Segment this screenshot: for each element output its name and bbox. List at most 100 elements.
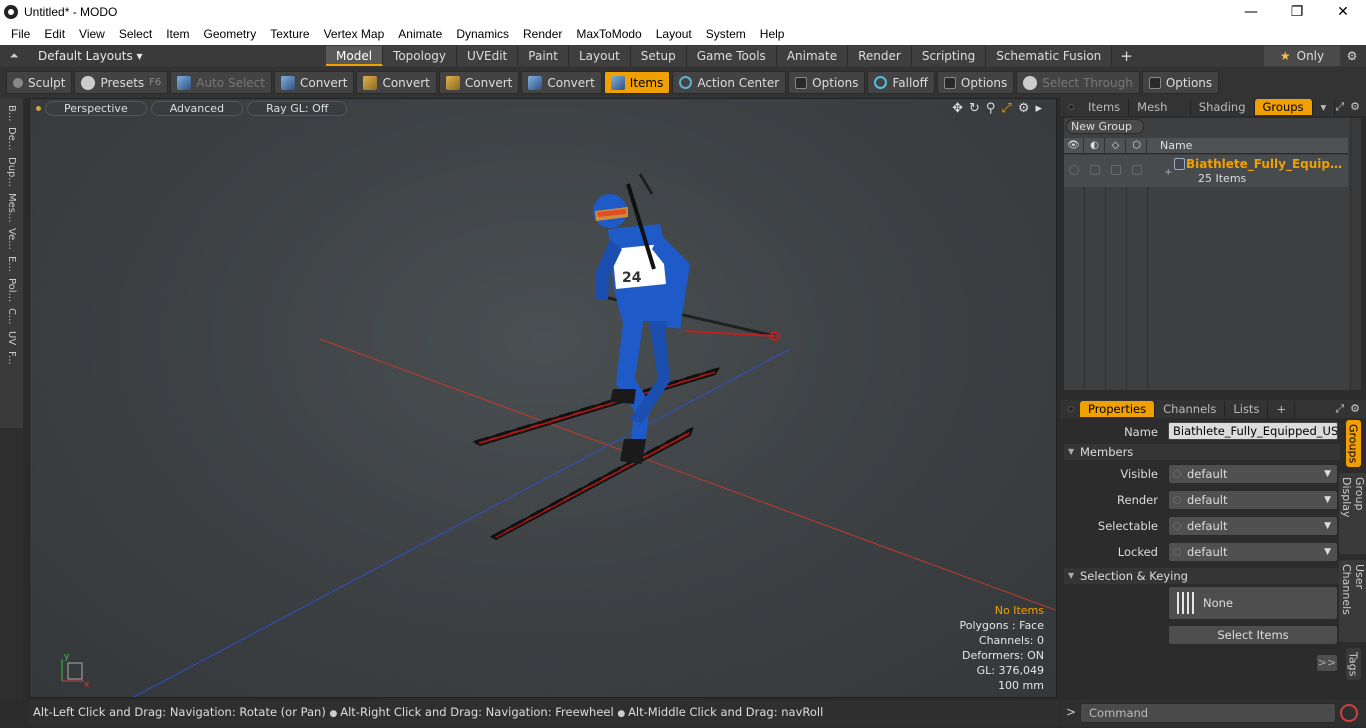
- maximize-icon[interactable]: ❐: [1274, 0, 1320, 23]
- menu-item[interactable]: Item: [159, 27, 196, 41]
- name-column-header[interactable]: Name: [1160, 138, 1192, 154]
- zoom-icon[interactable]: ⚲: [986, 101, 996, 116]
- expand-arrow-icon[interactable]: ▸: [1035, 101, 1042, 116]
- row-render-icon[interactable]: [1090, 165, 1100, 175]
- group-row[interactable]: + Biathlete_Fully_Equipped_USA_T 25 Item…: [1064, 155, 1348, 187]
- row-select-icon[interactable]: [1132, 165, 1142, 175]
- menu-system[interactable]: System: [699, 27, 753, 41]
- menu-vertex-map[interactable]: Vertex Map: [317, 27, 392, 41]
- scene-canvas[interactable]: 24: [30, 99, 1057, 698]
- menu-animate[interactable]: Animate: [391, 27, 449, 41]
- panel-menu-dot-icon[interactable]: [1068, 406, 1074, 412]
- tab-setup[interactable]: Setup: [630, 46, 687, 66]
- raygl-dropdown[interactable]: Ray GL: Off: [247, 100, 348, 116]
- pan-icon[interactable]: ✥: [952, 101, 963, 116]
- falloff-button[interactable]: Falloff: [867, 71, 935, 94]
- menu-texture[interactable]: Texture: [263, 27, 316, 41]
- none-button[interactable]: None: [1168, 586, 1338, 620]
- tab-groups[interactable]: Groups: [1254, 99, 1313, 115]
- menu-dynamics[interactable]: Dynamics: [449, 27, 516, 41]
- menu-file[interactable]: File: [4, 27, 37, 41]
- auto-select-button[interactable]: Auto Select: [170, 71, 272, 94]
- select-icon[interactable]: ⬡: [1127, 138, 1147, 154]
- perspective-dropdown[interactable]: Perspective: [45, 100, 147, 116]
- lefttab-mesh[interactable]: Mes...: [6, 193, 17, 223]
- row-visibility-icon[interactable]: [1069, 165, 1079, 175]
- tab-schematic-fusion[interactable]: Schematic Fusion: [986, 46, 1113, 66]
- minimize-icon[interactable]: —: [1228, 0, 1274, 23]
- locked-dropdown[interactable]: default ▼: [1168, 542, 1338, 562]
- side-tab-tags[interactable]: Tags: [1345, 647, 1361, 680]
- 3d-viewport[interactable]: 24 Perspective Advanced Ray GL: Off ✥ ↻ …: [29, 98, 1057, 698]
- lefttab-edge[interactable]: E...: [6, 256, 17, 272]
- gear-icon[interactable]: ⚙: [1342, 46, 1362, 66]
- menu-select[interactable]: Select: [112, 27, 159, 41]
- convert-button-2[interactable]: Convert: [356, 71, 437, 94]
- tab-game-tools[interactable]: Game Tools: [686, 46, 777, 66]
- lefttab-duplicate[interactable]: Dup...: [6, 157, 17, 187]
- close-icon[interactable]: ✕: [1320, 0, 1366, 23]
- group-name[interactable]: Biathlete_Fully_Equipped_USA_T: [1186, 157, 1346, 171]
- options-button-2[interactable]: Options: [936, 71, 1015, 94]
- selectable-dropdown[interactable]: default ▼: [1168, 516, 1338, 536]
- render-dropdown[interactable]: default ▼: [1168, 490, 1338, 510]
- render-icon[interactable]: ◐: [1085, 138, 1105, 154]
- side-tab-group-display[interactable]: Group Display: [1339, 473, 1366, 554]
- lefttab-basic[interactable]: B...: [6, 105, 17, 121]
- command-history-icon[interactable]: [1340, 704, 1358, 722]
- only-toggle[interactable]: ★ Only: [1264, 46, 1340, 66]
- collapse-icon[interactable]: ⏶: [0, 49, 28, 63]
- tab-uvedit[interactable]: UVEdit: [457, 46, 519, 66]
- tab-mesh[interactable]: Mesh ...: [1129, 99, 1191, 130]
- tab-render[interactable]: Render: [848, 46, 912, 66]
- panel-menu-dot-icon[interactable]: [1068, 104, 1074, 110]
- tab-topology[interactable]: Topology: [383, 46, 458, 66]
- command-input[interactable]: Command: [1080, 703, 1336, 723]
- options-button-1[interactable]: Options: [788, 71, 866, 94]
- tab-properties[interactable]: Properties: [1080, 401, 1156, 417]
- menu-render[interactable]: Render: [516, 27, 569, 41]
- tab-channels[interactable]: Channels: [1155, 401, 1226, 417]
- add-tab-icon[interactable]: +: [1112, 47, 1141, 65]
- selection-keying-section[interactable]: Selection & Keying: [1064, 568, 1340, 584]
- fit-icon[interactable]: ⤢: [1001, 101, 1011, 116]
- side-tab-groups[interactable]: Groups: [1345, 420, 1361, 468]
- name-field[interactable]: Biathlete_Fully_Equipped_USA_T: [1168, 422, 1338, 440]
- menu-view[interactable]: View: [72, 27, 112, 41]
- maximize-panel-icon[interactable]: ⤢: [1335, 402, 1344, 416]
- lefttab-curve[interactable]: C...: [6, 308, 17, 325]
- select-items-button[interactable]: Select Items: [1168, 625, 1338, 645]
- menu-layout[interactable]: Layout: [649, 27, 699, 41]
- panel-gear-icon[interactable]: ⚙: [1350, 100, 1360, 114]
- items-button[interactable]: Items: [603, 71, 671, 94]
- expand-icon[interactable]: +: [1164, 167, 1172, 178]
- advanced-dropdown[interactable]: Advanced: [150, 100, 244, 116]
- tab-items[interactable]: Items: [1080, 99, 1130, 115]
- visibility-eye-icon[interactable]: 👁: [1064, 138, 1084, 154]
- groups-scrollbar[interactable]: [1351, 118, 1361, 390]
- add-tab-icon[interactable]: +: [1268, 401, 1296, 417]
- tab-shading[interactable]: Shading: [1191, 99, 1255, 115]
- lock-icon[interactable]: ◇: [1106, 138, 1126, 154]
- more-button[interactable]: >>: [1316, 654, 1338, 672]
- sculpt-button[interactable]: Sculpt: [6, 71, 73, 94]
- convert-button-4[interactable]: Convert: [521, 71, 602, 94]
- tab-layout[interactable]: Layout: [568, 46, 631, 66]
- convert-button-3[interactable]: Convert: [438, 71, 520, 94]
- options-button-3[interactable]: Options: [1141, 71, 1220, 94]
- menu-edit[interactable]: Edit: [37, 27, 72, 41]
- tab-animate[interactable]: Animate: [776, 46, 849, 66]
- select-through-button[interactable]: Select Through: [1016, 71, 1140, 94]
- lefttab-polygon[interactable]: Pol...: [6, 278, 17, 302]
- layout-dropdown[interactable]: Default Layouts ▾: [28, 49, 326, 63]
- new-group-button[interactable]: New Group: [1066, 119, 1144, 134]
- viewport-gear-icon[interactable]: ⚙: [1018, 101, 1030, 116]
- tab-lists[interactable]: Lists: [1225, 401, 1269, 417]
- lefttab-vertex[interactable]: Ve...: [6, 228, 17, 250]
- menu-maxtomodo[interactable]: MaxToModo: [569, 27, 648, 41]
- panel-gear-icon[interactable]: ⚙: [1350, 402, 1360, 416]
- tab-paint[interactable]: Paint: [518, 46, 569, 66]
- lefttab-deform[interactable]: De...: [6, 127, 17, 150]
- action-center-button[interactable]: Action Center: [672, 71, 787, 94]
- viewport-menu-dot-icon[interactable]: [36, 105, 41, 111]
